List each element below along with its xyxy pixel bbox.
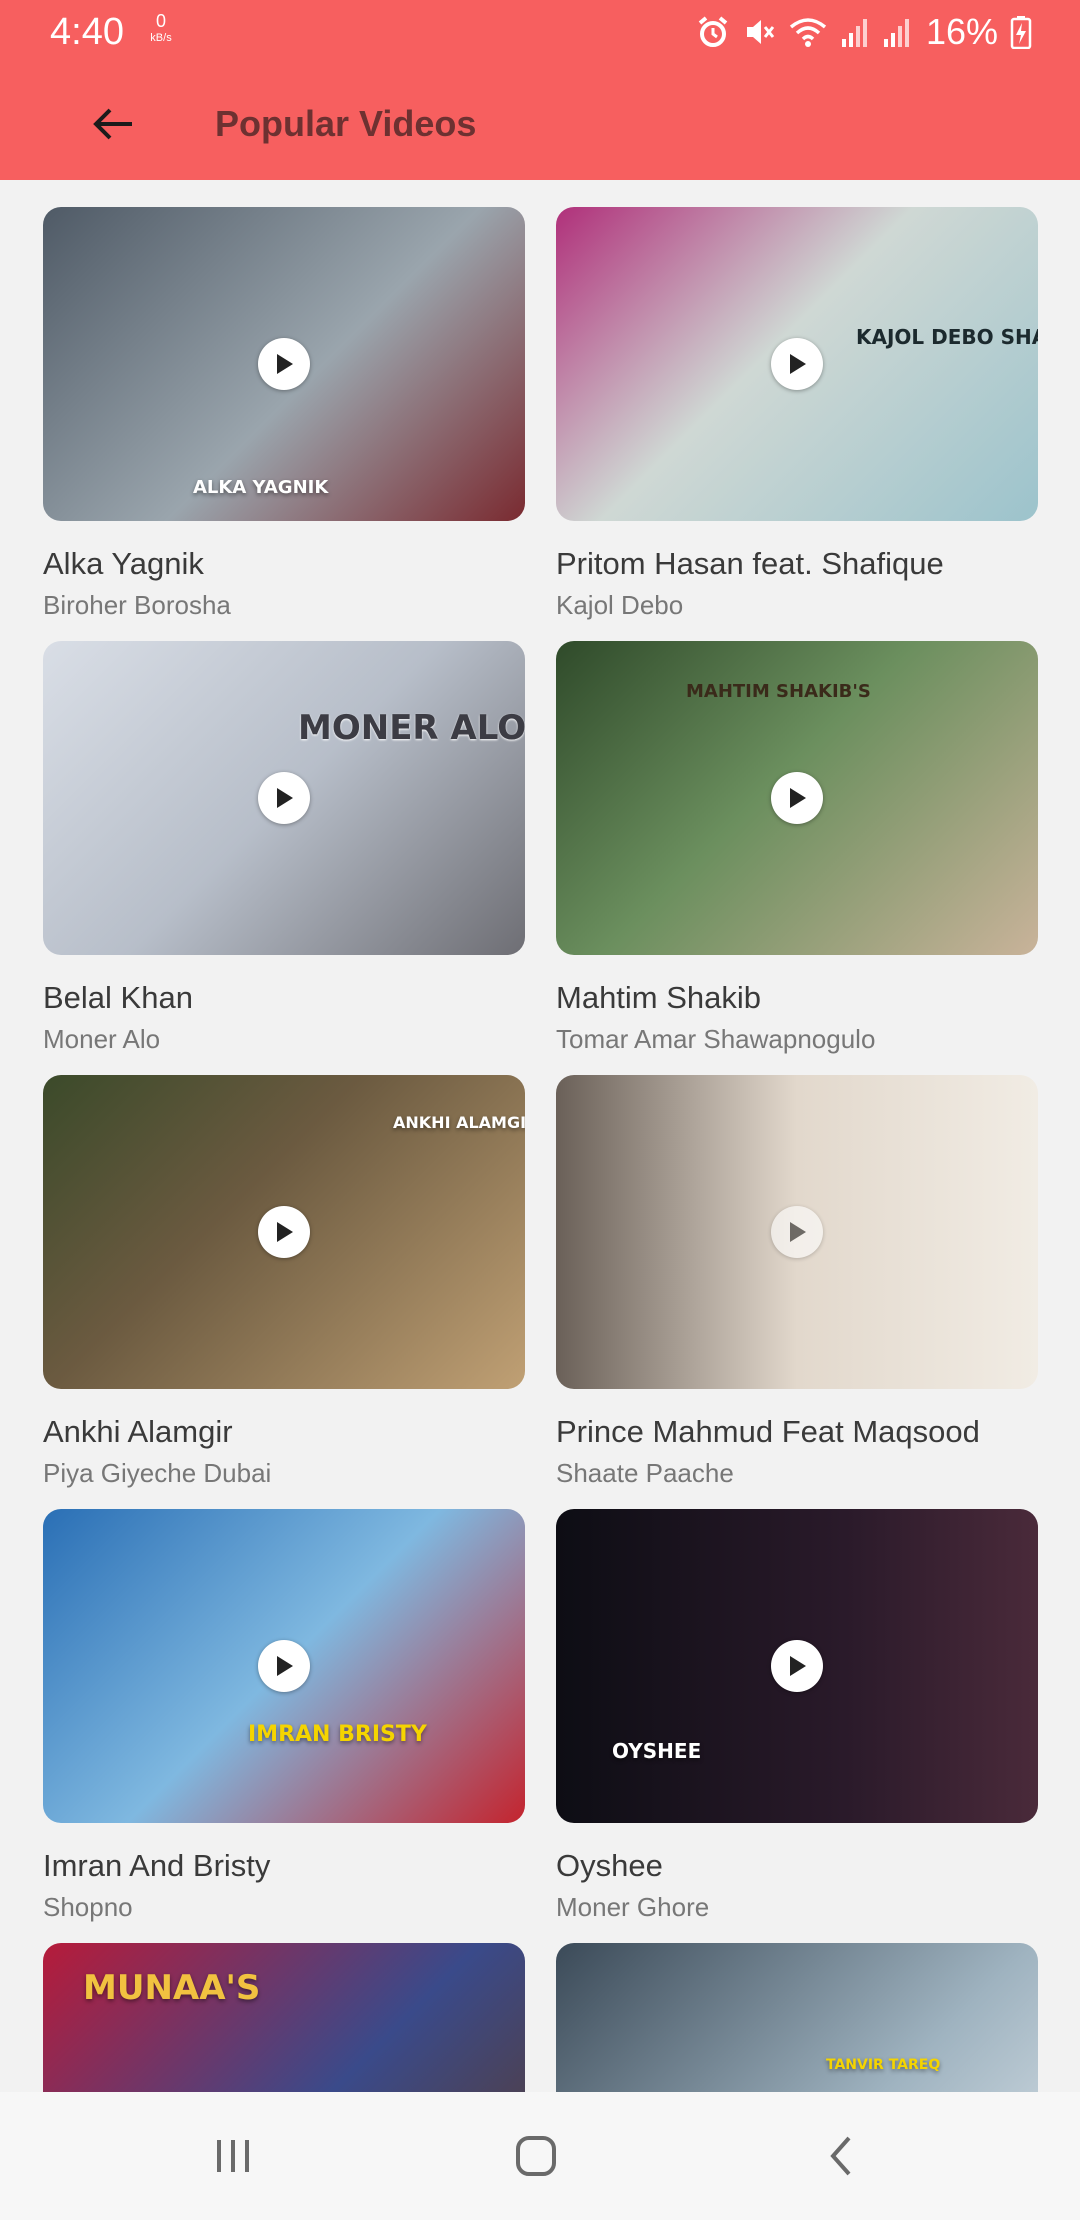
video-title: Tomar Amar Shawapnogulo — [556, 1024, 876, 1054]
status-bar: 4:40 0 kB/s 16% — [0, 0, 1080, 62]
top-bar: 4:40 0 kB/s 16% Popular Videos — [0, 0, 1080, 180]
video-thumbnail[interactable]: IMRAN BRISTY — [43, 1509, 525, 1823]
video-artist: Ankhi Alamgir — [43, 1414, 233, 1449]
video-artist: Prince Mahmud Feat Maqsood — [556, 1414, 980, 1449]
thumbnail-text: TANVIR TAREQ — [826, 2057, 941, 2073]
recents-icon — [217, 2140, 249, 2172]
video-thumbnail[interactable]: MUNAA'S — [43, 1943, 525, 2092]
thumbnail-text: MUNAA'S — [83, 1968, 261, 2008]
thumbnail-text: KAJOL DEBO SHAFIQUE — [856, 325, 1038, 349]
video-thumbnail[interactable]: ALKA YAGNIK — [43, 207, 525, 521]
wifi-icon — [788, 15, 828, 49]
video-grid: ALKA YAGNIK Alka Yagnik Biroher Borosha … — [0, 180, 1080, 2092]
video-artist: Pritom Hasan feat. Shafique — [556, 546, 944, 581]
net-speed-value: 0 — [155, 11, 166, 31]
home-icon — [516, 2136, 556, 2176]
play-icon[interactable] — [771, 772, 823, 824]
back-button[interactable] — [78, 92, 148, 156]
video-thumbnail[interactable]: OYSHEE — [556, 1509, 1038, 1823]
play-icon[interactable] — [771, 1640, 823, 1692]
play-icon[interactable] — [771, 338, 823, 390]
net-speed: 0 kB/s — [143, 12, 179, 44]
thumbnail-text: ANKHI ALAMGIR — [393, 1113, 525, 1132]
video-title: Kajol Debo — [556, 590, 684, 620]
play-icon[interactable] — [258, 772, 310, 824]
battery-percent: 16% — [925, 11, 998, 52]
thumbnail-text: MONER ALO — [298, 708, 525, 748]
play-icon[interactable] — [258, 1206, 310, 1258]
thumbnail-text: OYSHEE — [612, 1739, 702, 1763]
arrow-left-icon — [93, 108, 132, 140]
play-icon[interactable] — [258, 1640, 310, 1692]
video-card[interactable]: KAJOL DEBO SHAFIQUE Pritom Hasan feat. S… — [556, 207, 1038, 620]
status-time: 4:40 — [50, 11, 124, 53]
net-speed-unit: kB/s — [150, 32, 172, 44]
video-thumbnail[interactable]: MONER ALO — [43, 641, 525, 955]
play-icon[interactable] — [771, 1206, 823, 1258]
video-artist: Belal Khan — [43, 980, 193, 1015]
recents-button[interactable] — [193, 2124, 273, 2188]
video-thumbnail[interactable]: KAJOL DEBO SHAFIQUE — [556, 207, 1038, 521]
chevron-left-icon — [830, 2136, 851, 2176]
video-card[interactable]: ALKA YAGNIK Alka Yagnik Biroher Borosha — [43, 207, 525, 620]
video-artist: Imran And Bristy — [43, 1848, 271, 1883]
video-artist: Mahtim Shakib — [556, 980, 762, 1015]
video-card[interactable]: IMRAN BRISTY Imran And Bristy Shopno — [43, 1509, 525, 1922]
battery-charging-icon — [1010, 15, 1032, 49]
video-thumbnail[interactable]: MAHTIM SHAKIB'S — [556, 641, 1038, 955]
video-card[interactable]: ANKHI ALAMGIR Ankhi Alamgir Piya Giyeche… — [43, 1075, 525, 1488]
video-title: Moner Alo — [43, 1024, 161, 1054]
video-thumbnail[interactable]: ANKHI ALAMGIR — [43, 1075, 525, 1389]
video-title: Shopno — [43, 1892, 133, 1922]
app-bar: Popular Videos — [0, 62, 1080, 180]
home-button[interactable] — [496, 2124, 576, 2188]
thumbnail-text: IMRAN BRISTY — [248, 1722, 427, 1747]
mute-icon — [742, 15, 776, 49]
play-icon[interactable] — [258, 338, 310, 390]
alarm-icon — [696, 15, 730, 49]
video-card[interactable]: MONER ALO Belal Khan Moner Alo — [43, 641, 525, 1054]
video-card[interactable]: TANVIR TAREQ — [556, 1943, 1038, 2092]
signal-icon — [840, 15, 870, 49]
video-card[interactable]: MUNAA'S — [43, 1943, 525, 2092]
video-artist: Alka Yagnik — [43, 546, 204, 581]
status-icons: 16% — [696, 12, 1032, 52]
video-artist: Oyshee — [556, 1848, 663, 1883]
video-title: Piya Giyeche Dubai — [43, 1458, 272, 1488]
screen: 4:40 0 kB/s 16% Popular Videos ALKA YAGN… — [0, 0, 1080, 2220]
page-title: Popular Videos — [215, 103, 477, 144]
video-title: Moner Ghore — [556, 1892, 710, 1922]
video-card[interactable]: Prince Mahmud Feat Maqsood Shaate Paache — [556, 1075, 1038, 1488]
thumbnail-text: MAHTIM SHAKIB'S — [686, 681, 871, 702]
signal-icon — [882, 15, 912, 49]
system-nav-bar — [0, 2092, 1080, 2220]
video-title: Shaate Paache — [556, 1458, 734, 1488]
video-title: Biroher Borosha — [43, 590, 231, 620]
video-thumbnail[interactable]: TANVIR TAREQ — [556, 1943, 1038, 2092]
nav-back-button[interactable] — [800, 2124, 880, 2188]
video-thumbnail[interactable] — [556, 1075, 1038, 1389]
thumbnail-text: ALKA YAGNIK — [193, 477, 329, 498]
video-card[interactable]: MAHTIM SHAKIB'S Mahtim Shakib Tomar Amar… — [556, 641, 1038, 1054]
video-card[interactable]: OYSHEE Oyshee Moner Ghore — [556, 1509, 1038, 1922]
